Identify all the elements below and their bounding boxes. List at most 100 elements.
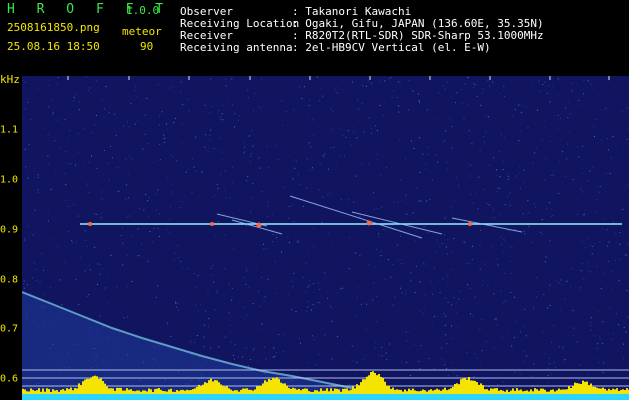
noise-dot <box>135 86 137 88</box>
noise-dot <box>78 303 80 305</box>
noise-dot <box>331 129 333 131</box>
noise-dot <box>218 90 219 92</box>
histogram-bar <box>552 389 554 394</box>
histogram-bar <box>300 390 302 394</box>
noise-dot <box>519 188 521 189</box>
histogram-bar <box>98 378 100 394</box>
noise-dot <box>453 297 455 299</box>
noise-dot <box>439 246 441 248</box>
noise-dot <box>148 216 150 217</box>
noise-dot <box>182 201 184 203</box>
noise-dot <box>524 361 526 363</box>
noise-dot <box>94 246 96 248</box>
histogram-bar <box>316 390 318 394</box>
noise-dot <box>151 289 153 291</box>
histogram-bar <box>274 378 276 394</box>
noise-dot <box>497 187 499 189</box>
histogram-bar <box>372 371 374 394</box>
noise-dot <box>188 110 190 112</box>
noise-dot <box>427 153 429 155</box>
noise-dot <box>105 85 107 87</box>
noise-dot <box>37 88 39 90</box>
noise-dot <box>596 347 598 349</box>
noise-dot <box>292 178 294 180</box>
noise-dot <box>306 311 307 313</box>
histogram-bar <box>602 387 604 394</box>
noise-dot <box>357 99 358 101</box>
noise-dot <box>414 292 416 293</box>
noise-dot <box>318 189 320 191</box>
noise-dot <box>308 105 310 106</box>
noise-dot <box>209 134 211 136</box>
noise-dot <box>553 325 555 327</box>
noise-dot <box>376 249 377 251</box>
noise-dot <box>180 261 182 262</box>
noise-dot <box>359 254 361 256</box>
noise-dot <box>458 184 460 186</box>
noise-dot <box>169 218 171 220</box>
noise-dot <box>324 272 326 274</box>
noise-dot <box>67 140 69 142</box>
noise-dot <box>493 157 495 159</box>
noise-dot <box>400 259 402 260</box>
noise-dot <box>300 342 301 344</box>
histogram-bar <box>322 390 324 394</box>
noise-dot <box>89 87 91 89</box>
noise-dot <box>503 250 505 252</box>
histogram-bar <box>618 391 620 394</box>
histogram-bar <box>622 389 624 394</box>
noise-dot <box>489 85 490 87</box>
histogram-bar <box>564 389 566 394</box>
noise-dot <box>585 204 587 206</box>
histogram-bar <box>452 386 454 394</box>
noise-dot <box>381 206 383 208</box>
noise-dot <box>379 79 381 81</box>
noise-dot <box>216 291 218 293</box>
noise-dot <box>504 240 506 242</box>
noise-dot <box>424 167 426 169</box>
noise-dot <box>177 244 179 246</box>
noise-dot <box>376 321 378 323</box>
noise-dot <box>99 273 101 275</box>
noise-dot <box>413 148 415 149</box>
noise-dot <box>291 204 293 206</box>
noise-dot <box>43 269 44 271</box>
noise-dot <box>25 156 27 158</box>
noise-dot <box>411 140 412 142</box>
noise-dot <box>119 166 121 168</box>
noise-dot <box>144 114 146 116</box>
noise-dot <box>137 255 139 257</box>
noise-dot <box>56 84 58 86</box>
noise-dot <box>481 92 483 94</box>
noise-dot <box>293 272 295 274</box>
noise-dot <box>246 314 248 316</box>
noise-dot <box>544 81 546 83</box>
noise-dot <box>258 290 260 292</box>
noise-dot <box>498 150 500 152</box>
noise-dot <box>441 347 443 349</box>
noise-dot <box>27 173 29 175</box>
noise-dot <box>450 269 452 271</box>
noise-dot <box>501 337 503 338</box>
noise-dot <box>549 240 551 242</box>
noise-dot <box>208 325 209 327</box>
histogram-bar <box>414 390 416 394</box>
noise-dot <box>60 117 62 119</box>
noise-dot <box>212 274 214 276</box>
histogram-bar <box>34 391 36 394</box>
noise-dot <box>191 192 193 193</box>
noise-dot <box>365 354 367 356</box>
noise-dot <box>547 85 549 87</box>
noise-dot <box>65 184 67 186</box>
histogram-bar <box>200 386 202 394</box>
noise-dot <box>405 289 407 291</box>
noise-dot <box>583 213 585 215</box>
noise-dot <box>201 171 203 173</box>
histogram-bar <box>144 390 146 394</box>
noise-dot <box>307 306 309 308</box>
noise-dot <box>550 341 552 343</box>
noise-dot <box>535 147 537 149</box>
noise-dot <box>358 108 360 110</box>
noise-dot <box>479 268 481 270</box>
noise-dot <box>543 294 545 295</box>
